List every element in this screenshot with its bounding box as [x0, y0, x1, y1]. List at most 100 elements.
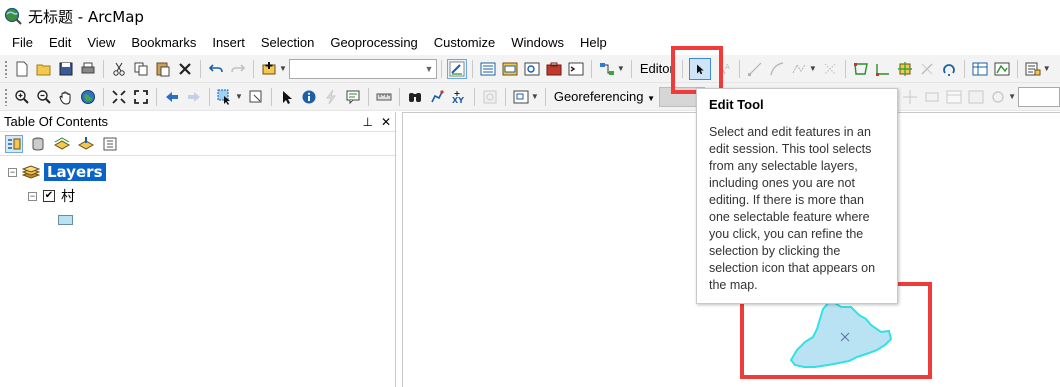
chevron-down-icon[interactable]: ▼ [422, 60, 436, 78]
toolbar-grip[interactable] [4, 87, 8, 106]
table-of-contents-window-icon[interactable] [478, 59, 498, 79]
copy-icon[interactable] [131, 59, 151, 79]
cut-icon[interactable] [109, 59, 129, 79]
menu-edit[interactable]: Edit [41, 33, 79, 53]
toolbar-separator [367, 87, 369, 106]
save-icon[interactable] [56, 59, 76, 79]
open-folder-icon[interactable] [34, 59, 54, 79]
layer-name[interactable]: 村 [61, 186, 75, 206]
menu-customize[interactable]: Customize [426, 33, 503, 53]
chevron-down-icon[interactable]: ▼ [1008, 92, 1016, 101]
split-tool-icon[interactable] [895, 59, 915, 79]
measure-icon[interactable] [374, 87, 394, 107]
add-data-icon[interactable] [259, 59, 279, 79]
forward-arrow-icon[interactable] [184, 87, 204, 107]
map-scale-combo[interactable]: ▼ [288, 58, 437, 79]
menu-geoprocessing[interactable]: Geoprocessing [322, 33, 425, 53]
menu-bookmarks[interactable]: Bookmarks [123, 33, 204, 53]
menu-help[interactable]: Help [572, 33, 615, 53]
toc-options-icon[interactable] [101, 135, 119, 153]
layers-root-label[interactable]: Layers [44, 163, 106, 181]
georef-shift-icon[interactable] [900, 87, 920, 107]
menu-selection[interactable]: Selection [253, 33, 322, 53]
georef-rotate-icon[interactable] [922, 87, 942, 107]
fixed-zoom-out-icon[interactable] [131, 87, 151, 107]
chevron-down-icon[interactable]: ▼ [809, 64, 817, 73]
standard-toolbar: ▼ ▼ ▼ Editor A ▼ ▼ [0, 55, 1060, 83]
python-window-icon[interactable] [566, 59, 586, 79]
layer-symbol-swatch[interactable] [58, 215, 73, 225]
layers-root-row[interactable]: − Layers [8, 162, 106, 182]
undo-icon[interactable] [206, 59, 226, 79]
list-by-source-icon[interactable] [29, 135, 47, 153]
time-slider-icon[interactable] [480, 87, 500, 107]
chevron-down-icon[interactable]: ▼ [1043, 64, 1051, 73]
new-document-icon[interactable] [12, 59, 32, 79]
chevron-down-icon[interactable]: ▼ [531, 92, 539, 101]
topology-edit-icon[interactable] [851, 59, 871, 79]
pan-hand-icon[interactable] [56, 87, 76, 107]
list-by-selection-icon[interactable] [77, 135, 95, 153]
select-elements-icon[interactable] [277, 87, 297, 107]
print-icon[interactable] [78, 59, 98, 79]
close-icon[interactable]: ✕ [381, 115, 391, 129]
full-extent-globe-icon[interactable] [78, 87, 98, 107]
layer-row[interactable]: − ✔ 村 [28, 186, 75, 206]
georef-rotate-tool-icon[interactable] [988, 87, 1008, 107]
topology-tool-icon[interactable] [873, 59, 893, 79]
create-viewer-window-icon[interactable] [511, 87, 531, 107]
go-to-xy-icon[interactable]: XY [449, 87, 469, 107]
create-features-icon[interactable] [1023, 59, 1043, 79]
menu-view[interactable]: View [79, 33, 123, 53]
find-binoculars-icon[interactable] [405, 87, 425, 107]
georeferencing-menu[interactable]: Georeferencing ▼ [550, 89, 659, 104]
delete-icon[interactable] [175, 59, 195, 79]
svg-text:A: A [725, 64, 730, 71]
collapse-icon[interactable]: − [8, 167, 17, 177]
endpoint-arc-icon[interactable] [767, 59, 787, 79]
layer-visibility-checkbox[interactable]: ✔ [43, 190, 55, 202]
zoom-in-icon[interactable] [12, 87, 32, 107]
chevron-down-icon[interactable]: ▼ [235, 92, 243, 101]
toolbar-grip[interactable] [4, 59, 8, 78]
find-route-icon[interactable] [427, 87, 447, 107]
menu-file[interactable]: File [4, 33, 41, 53]
layer-legend-row[interactable] [58, 210, 73, 230]
toolbar-separator [156, 87, 157, 106]
toolbar-separator [738, 59, 740, 78]
sketch-properties-icon[interactable] [992, 59, 1012, 79]
trace-icon[interactable] [789, 59, 809, 79]
model-builder-icon[interactable] [597, 59, 617, 79]
straight-segment-icon[interactable] [745, 59, 765, 79]
editor-toolbar-icon[interactable] [446, 58, 467, 79]
search-window-icon[interactable] [522, 59, 542, 79]
arctoolbox-icon[interactable] [544, 59, 564, 79]
clear-selection-icon[interactable] [246, 87, 266, 107]
paste-icon[interactable] [153, 59, 173, 79]
georef-value-combo[interactable] [1018, 86, 1060, 107]
georef-viewer-icon[interactable] [966, 87, 986, 107]
zoom-out-icon[interactable] [34, 87, 54, 107]
fixed-zoom-in-icon[interactable] [109, 87, 129, 107]
rotate-tool-icon[interactable] [939, 59, 959, 79]
view-link-table-icon[interactable] [944, 87, 964, 107]
back-arrow-icon[interactable] [162, 87, 182, 107]
toolbar-separator [103, 87, 104, 106]
add-data-dropdown-icon[interactable]: ▼ [279, 64, 287, 73]
list-by-drawing-order-icon[interactable] [5, 134, 23, 153]
cut-polygon-icon[interactable] [917, 59, 937, 79]
select-features-icon[interactable] [215, 87, 235, 107]
pin-icon[interactable]: ⊥ [362, 115, 372, 129]
identify-icon[interactable] [299, 87, 319, 107]
attributes-window-icon[interactable] [970, 59, 990, 79]
html-popup-icon[interactable] [343, 87, 363, 107]
catalog-window-icon[interactable] [500, 59, 520, 79]
redo-icon[interactable] [228, 59, 248, 79]
chevron-down-icon[interactable]: ▼ [617, 64, 625, 73]
collapse-icon[interactable]: − [28, 191, 37, 201]
edit-vertices-icon[interactable] [820, 59, 840, 79]
menu-windows[interactable]: Windows [503, 33, 572, 53]
list-by-visibility-icon[interactable] [53, 135, 71, 153]
menu-insert[interactable]: Insert [204, 33, 253, 53]
hyperlink-icon[interactable] [321, 87, 341, 107]
